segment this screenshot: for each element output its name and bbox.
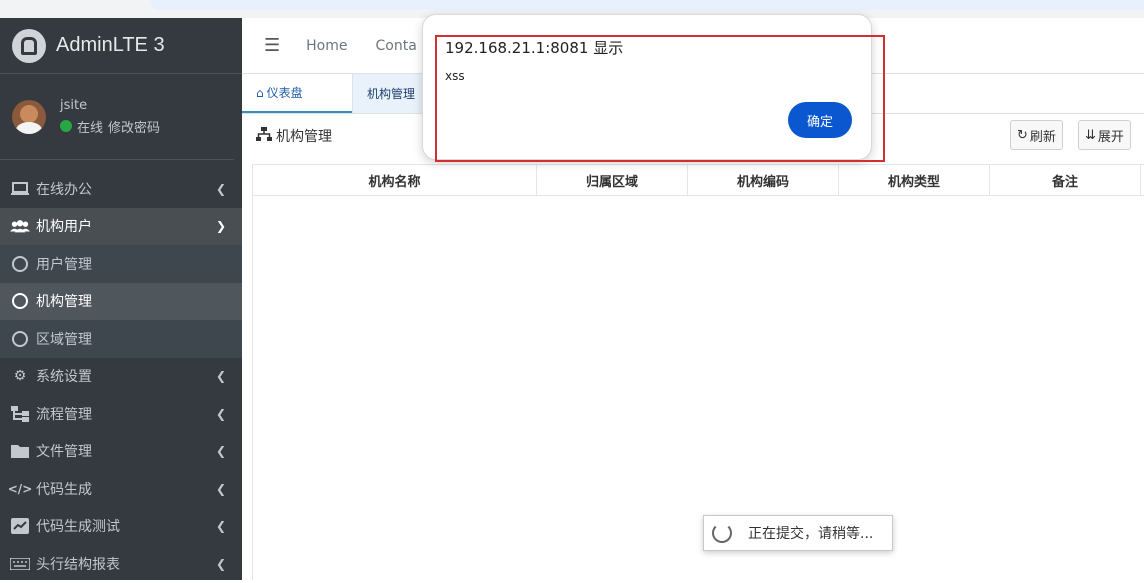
user-name[interactable]: jsite [60,98,160,113]
spinner-icon [712,523,732,543]
sitemap-icon [10,405,30,422]
column-header[interactable]: 机构名称 [253,165,537,195]
sidebar-item-process-management[interactable]: 流程管理 ❮ [0,395,242,433]
brand[interactable]: AdminLTE 3 [0,18,242,74]
brand-name: AdminLTE 3 [56,34,165,56]
sidebar-item-file-management[interactable]: 文件管理 ❮ [0,433,242,471]
sidebar-item-label: 文件管理 [36,444,92,461]
code-icon: </> [7,481,33,496]
sidebar-item-label: 用户管理 [36,256,92,273]
sidebar-item-org-management[interactable]: 机构管理 [0,282,242,320]
sidebar-item-label: 流程管理 [36,406,92,423]
tab-label: 仪表盘 [266,86,303,100]
chevron-left-icon: ❮ [215,406,226,421]
sidebar-item-header-line-report[interactable]: 头行结构报表 ❮ [0,545,242,583]
column-header[interactable]: 机构类型 [839,165,990,195]
keyboard-icon [10,556,30,572]
refresh-icon: ↻ [1017,127,1028,143]
sidebar-item-label: 在线办公 [36,181,92,198]
chevron-left-icon: ❮ [215,444,226,459]
chart-icon [10,518,30,535]
sidebar-item-label: 区域管理 [36,331,92,348]
sidebar-item-org-users[interactable]: 机构用户 ❯ [0,207,242,245]
sidebar-item-label: 代码生成 [36,481,92,498]
sidebar-item-online-office[interactable]: 在线办公 ❮ [0,170,242,208]
sidebar-item-code-generation[interactable]: </> 代码生成 ❮ [0,470,242,508]
sidebar-item-code-generation-test[interactable]: 代码生成测试 ❮ [0,508,242,546]
user-panel: jsite 在线 修改密码 [0,74,234,160]
page-title: 机构管理 [276,129,332,145]
column-header[interactable]: 归属区域 [537,165,688,195]
circle-icon [12,293,28,310]
refresh-button[interactable]: ↻ 刷新 [1010,120,1063,150]
sidebar-item-label: 代码生成测试 [36,519,120,536]
table-header: 机构名称 归属区域 机构编码 机构类型 备注 [253,164,1144,196]
brand-logo-icon [12,28,46,63]
nav-link-home[interactable]: Home [306,38,347,54]
chevron-down-icon: ❯ [215,219,226,234]
sidebar-nav: 在线办公 ❮ 机构用户 ❯ 用户管理 机构管理 区域管理 ⚙ 系统设置 ❮ 流程… [0,170,242,583]
loading-toast: 正在提交，请稍等... [703,515,893,551]
home-icon: ⌂ [256,85,264,100]
expand-button[interactable]: ⇊ 展开 [1078,120,1131,150]
org-tree-table: 机构名称 归属区域 机构编码 机构类型 备注 [252,164,1144,580]
status-text: 在线 [77,120,104,136]
chevron-double-down-icon: ⇊ [1085,127,1096,143]
nav-link-contact[interactable]: Conta [375,38,416,54]
sidebar-item-area-management[interactable]: 区域管理 [0,320,242,358]
sidebar-item-label: 机构用户 [36,219,92,236]
tab-dashboard[interactable]: ⌂ 仪表盘 [242,74,352,113]
laptop-icon [10,181,30,197]
circle-icon [12,255,28,272]
sidebar: AdminLTE 3 jsite 在线 修改密码 在线办公 ❮ 机构用户 ❯ 用… [0,18,242,580]
change-password-link[interactable]: 修改密码 [108,117,160,136]
chevron-left-icon: ❮ [215,519,226,534]
sidebar-item-user-management[interactable]: 用户管理 [0,245,242,283]
sitemap-icon [256,127,272,145]
circle-icon [12,330,28,347]
column-header[interactable]: 备注 [990,165,1141,195]
sidebar-item-label: 系统设置 [36,369,92,386]
chevron-left-icon: ❮ [215,181,226,196]
column-header[interactable]: 机构编码 [688,165,839,195]
sidebar-item-label: 头行结构报表 [36,556,120,573]
user-status: 在线 修改密码 [60,117,160,136]
folder-icon [10,443,30,459]
chevron-left-icon: ❮ [215,556,226,571]
gear-icon: ⚙ [13,368,27,385]
sidebar-item-label: 机构管理 [36,294,92,311]
online-dot-icon [60,120,72,132]
tab-label: 机构管理 [367,87,416,101]
loading-text: 正在提交，请稍等... [748,526,874,542]
avatar[interactable] [12,99,46,134]
sidebar-item-system-settings[interactable]: ⚙ 系统设置 ❮ [0,358,242,396]
users-icon [10,218,30,234]
menu-toggle-icon[interactable]: ☰ [264,35,280,56]
chevron-left-icon: ❮ [215,481,226,496]
highlight-box [435,35,885,162]
chevron-left-icon: ❮ [215,369,226,384]
address-bar-strip [150,0,1144,10]
